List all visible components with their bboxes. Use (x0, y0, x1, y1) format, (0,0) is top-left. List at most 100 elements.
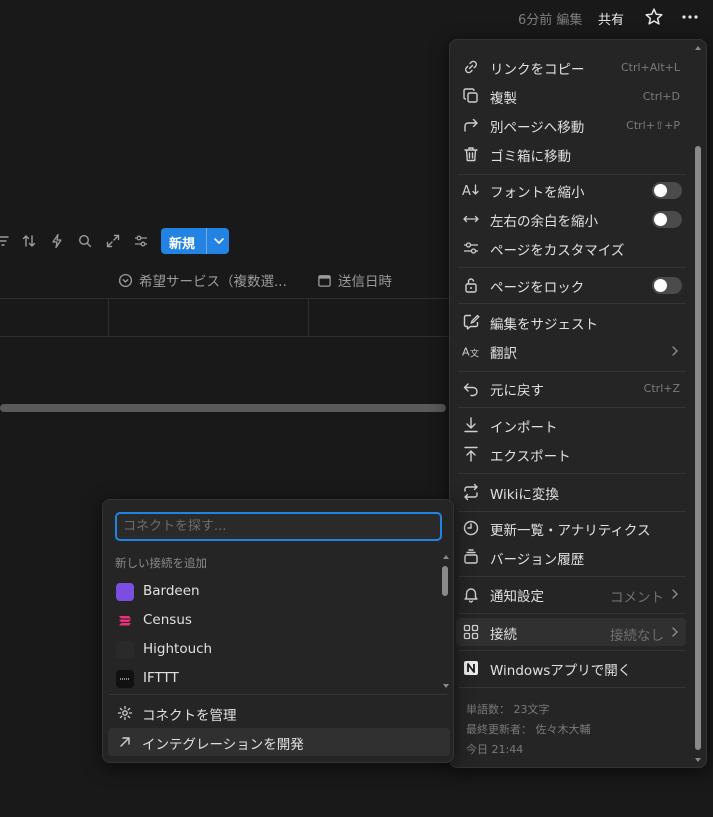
menu-item-duplicate[interactable]: 複製 Ctrl+D (456, 82, 686, 110)
automation-bolt-icon[interactable] (49, 233, 65, 249)
menu-item-copy-link[interactable]: リンクをコピー Ctrl+Alt+L (456, 53, 686, 81)
clock-icon (463, 520, 479, 536)
column-header-label: 希望サービス（複数選... (139, 274, 287, 290)
horizontal-scrollbar[interactable] (0, 404, 446, 412)
menu-scrollbar[interactable] (695, 146, 701, 750)
expand-icon[interactable] (105, 233, 121, 249)
menu-item-value: コメント (610, 590, 664, 606)
connection-item-hightouch[interactable]: Hightouch (109, 636, 429, 664)
manage-connections-button[interactable]: コネクトを管理 (108, 699, 450, 727)
connection-item-census[interactable]: Census (109, 607, 429, 635)
lock-page-toggle[interactable] (652, 277, 682, 294)
popup-divider (109, 694, 447, 695)
menu-item-suggest-edits[interactable]: 編集をサジェスト (456, 308, 686, 336)
popup-scrollbar[interactable] (442, 566, 448, 596)
menu-item-label: 翻訳 (490, 346, 517, 362)
connections-popup: 新しい接続を追加 Bardeen Census Hightouch IFTTT … (102, 499, 454, 763)
chevron-right-icon (672, 346, 678, 356)
suggest-edit-icon (463, 314, 480, 330)
menu-item-lock-page[interactable]: ページをロック (456, 271, 686, 299)
hightouch-logo-icon (116, 641, 134, 659)
menu-divider (458, 511, 686, 512)
chevron-down-icon[interactable] (212, 234, 226, 248)
star-icon[interactable] (644, 7, 664, 27)
menu-item-label: 左右の余白を縮小 (490, 214, 598, 230)
new-button-label: 新規 (169, 237, 196, 252)
scroll-up-arrow-icon[interactable] (694, 44, 702, 52)
menu-item-move-to[interactable]: 別ページへ移動 Ctrl+⇧+P (456, 111, 686, 139)
menu-divider (458, 267, 686, 268)
menu-item-connections[interactable]: 接続 接続なし (456, 618, 686, 646)
lock-icon (465, 278, 477, 293)
menu-item-shortcut: Ctrl+D (642, 90, 680, 103)
settings-sliders-icon[interactable] (133, 233, 149, 249)
menu-item-import[interactable]: インポート (456, 411, 686, 439)
menu-item-label: エクスポート (490, 449, 571, 465)
menu-item-small-text[interactable]: A フォントを縮小 (456, 176, 686, 204)
menu-item-label: Wikiに変換 (490, 487, 559, 503)
manage-connections-label: コネクトを管理 (142, 708, 237, 724)
share-button[interactable]: 共有 (598, 9, 624, 28)
database-toolbar: 新規 (0, 228, 240, 254)
column-header-label: 送信日時 (338, 274, 392, 290)
menu-divider (458, 303, 686, 304)
add-connection-section-title: 新しい接続を追加 (115, 556, 207, 570)
menu-item-translate[interactable]: A文 翻訳 (456, 337, 686, 365)
menu-item-label: ゴミ箱に移動 (490, 149, 571, 165)
import-icon (464, 417, 478, 433)
menu-item-label: ページをカスタマイズ (490, 243, 625, 259)
connection-search-input[interactable] (115, 512, 442, 541)
menu-item-shortcut: Ctrl+Alt+L (620, 61, 680, 74)
develop-integration-button[interactable]: インテグレーションを開発 (108, 728, 450, 756)
connection-name: Bardeen (143, 583, 200, 599)
connection-item-ifttt[interactable]: IFTTT (109, 665, 429, 693)
last-editor: 最終更新者： 佐々木大輔 (466, 723, 591, 736)
more-horizontal-icon[interactable] (680, 8, 700, 26)
menu-item-label: 複製 (490, 91, 517, 107)
menu-divider (458, 687, 686, 688)
new-button-divider (206, 228, 207, 254)
menu-divider (458, 576, 686, 577)
bell-icon (464, 588, 478, 603)
menu-item-updates-analytics[interactable]: 更新一覧・アナリティクス (456, 514, 686, 542)
search-icon[interactable] (77, 233, 93, 249)
connection-item-bardeen[interactable]: Bardeen (109, 578, 429, 606)
column-header-sent-date[interactable]: 送信日時 (317, 270, 392, 290)
menu-item-undo[interactable]: 元に戻す Ctrl+Z (456, 374, 686, 402)
table-divider (108, 299, 109, 336)
menu-item-notifications[interactable]: 通知設定 コメント (456, 580, 686, 608)
translate-icon: A文 (462, 346, 479, 360)
full-width-toggle[interactable] (652, 211, 682, 228)
scroll-down-arrow-icon[interactable] (442, 682, 450, 690)
menu-item-label: 更新一覧・アナリティクス (490, 523, 651, 539)
menu-item-customize-page[interactable]: ページをカスタマイズ (456, 234, 686, 262)
column-header-service[interactable]: 希望サービス（複数選... (118, 270, 287, 290)
menu-item-full-width[interactable]: 左右の余白を縮小 (456, 205, 686, 233)
menu-item-export[interactable]: エクスポート (456, 440, 686, 468)
connection-name: IFTTT (143, 670, 179, 686)
page-topbar: 6分前 編集 共有 (0, 0, 713, 34)
menu-item-version-history[interactable]: バージョン履歴 (456, 543, 686, 571)
menu-item-open-windows-app[interactable]: Windowsアプリで開く (456, 654, 686, 682)
link-icon (465, 60, 477, 74)
menu-item-label: 編集をサジェスト (490, 317, 598, 333)
menu-item-shortcut: Ctrl+Z (643, 382, 680, 395)
font-size-icon: A (462, 184, 479, 199)
bardeen-logo-icon (116, 583, 134, 601)
scroll-down-arrow-icon[interactable] (694, 756, 702, 764)
menu-item-label: 別ページへ移動 (490, 120, 585, 136)
menu-item-label: 接続 (490, 627, 517, 643)
menu-item-convert-wiki[interactable]: Wikiに変換 (456, 478, 686, 506)
menu-item-move-to-trash[interactable]: ゴミ箱に移動 (456, 140, 686, 168)
scroll-up-arrow-icon[interactable] (442, 553, 450, 561)
export-icon (464, 446, 478, 462)
new-record-button[interactable]: 新規 (161, 228, 229, 254)
sort-icon[interactable] (21, 233, 37, 249)
calendar-icon (318, 274, 331, 287)
small-text-toggle[interactable] (652, 182, 682, 199)
chevron-right-icon (672, 589, 678, 599)
chevron-right-icon (672, 627, 678, 637)
filter-icon[interactable] (0, 233, 12, 249)
census-logo-icon (119, 616, 131, 626)
svg-text:文: 文 (470, 348, 479, 360)
